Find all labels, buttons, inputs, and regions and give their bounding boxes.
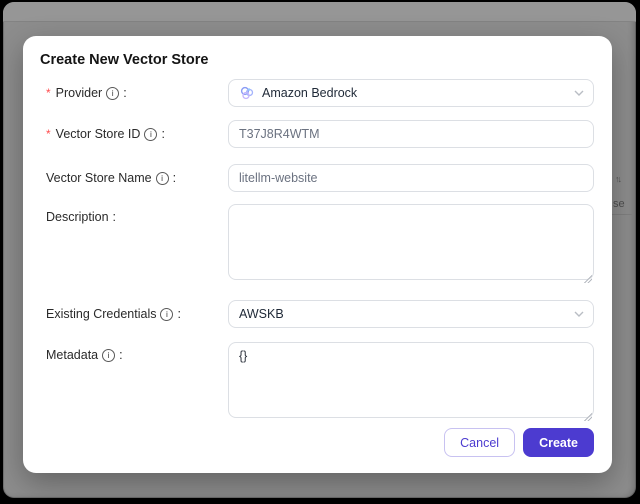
create-button[interactable]: Create	[523, 428, 594, 457]
background-partial-text: se	[613, 198, 625, 210]
description-label-text: Description	[46, 210, 109, 224]
colon: :	[177, 307, 181, 321]
provider-label-text: Provider	[55, 86, 103, 100]
vector-store-id-label: * Vector Store ID i :	[40, 127, 228, 141]
background-table-divider	[612, 214, 632, 215]
colon: :	[172, 171, 177, 185]
provider-select-value: Amazon Bedrock	[262, 86, 358, 100]
background-header-band	[3, 2, 636, 22]
chevron-down-icon	[574, 311, 584, 317]
provider-row: * Provider i : Amazon Bedrock	[40, 79, 594, 107]
colon: :	[161, 127, 165, 141]
resize-handle[interactable]	[583, 274, 592, 283]
chevron-down-icon	[574, 90, 584, 96]
vector-store-id-input[interactable]	[228, 120, 594, 148]
provider-select[interactable]: Amazon Bedrock	[228, 79, 594, 107]
info-icon[interactable]: i	[144, 127, 158, 141]
sort-icon: ↑↓	[615, 174, 622, 184]
vector-store-name-input[interactable]	[228, 164, 594, 192]
create-vector-store-modal: Create New Vector Store ✕ * Provider i :…	[23, 36, 612, 473]
description-label: Description :	[40, 204, 228, 224]
metadata-textarea[interactable]: {}	[228, 342, 594, 418]
info-icon[interactable]: i	[160, 307, 174, 321]
info-icon[interactable]: i	[155, 171, 169, 185]
metadata-label-text: Metadata	[46, 348, 99, 362]
description-textarea[interactable]	[228, 204, 594, 280]
colon: :	[112, 210, 117, 224]
required-marker: *	[46, 127, 51, 141]
modal-footer: Cancel Create	[40, 428, 594, 457]
info-icon[interactable]: i	[102, 348, 116, 362]
vector-store-id-row: * Vector Store ID i :	[40, 120, 594, 148]
vector-store-name-label-text: Vector Store Name	[46, 171, 152, 185]
existing-credentials-label-text: Existing Credentials	[46, 307, 157, 321]
vector-store-id-label-text: Vector Store ID	[55, 127, 141, 141]
info-icon[interactable]: i	[106, 86, 120, 100]
required-marker: *	[46, 86, 51, 100]
existing-credentials-select[interactable]: AWSKB	[228, 300, 594, 328]
existing-credentials-select-value: AWSKB	[239, 307, 284, 321]
vector-store-name-label: Vector Store Name i :	[40, 171, 228, 185]
existing-credentials-label: Existing Credentials i :	[40, 307, 228, 321]
colon: :	[123, 86, 127, 100]
amazon-bedrock-icon	[240, 86, 254, 100]
metadata-label: Metadata i :	[40, 342, 228, 362]
existing-credentials-row: Existing Credentials i : AWSKB	[40, 300, 594, 328]
modal-title: Create New Vector Store	[40, 52, 209, 68]
vector-store-name-row: Vector Store Name i :	[40, 164, 594, 192]
provider-label: * Provider i :	[40, 86, 228, 100]
metadata-row: Metadata i : {}	[40, 342, 594, 423]
cancel-button[interactable]: Cancel	[444, 428, 516, 457]
colon: :	[119, 348, 123, 362]
resize-handle[interactable]	[583, 412, 592, 421]
description-row: Description :	[40, 204, 594, 285]
